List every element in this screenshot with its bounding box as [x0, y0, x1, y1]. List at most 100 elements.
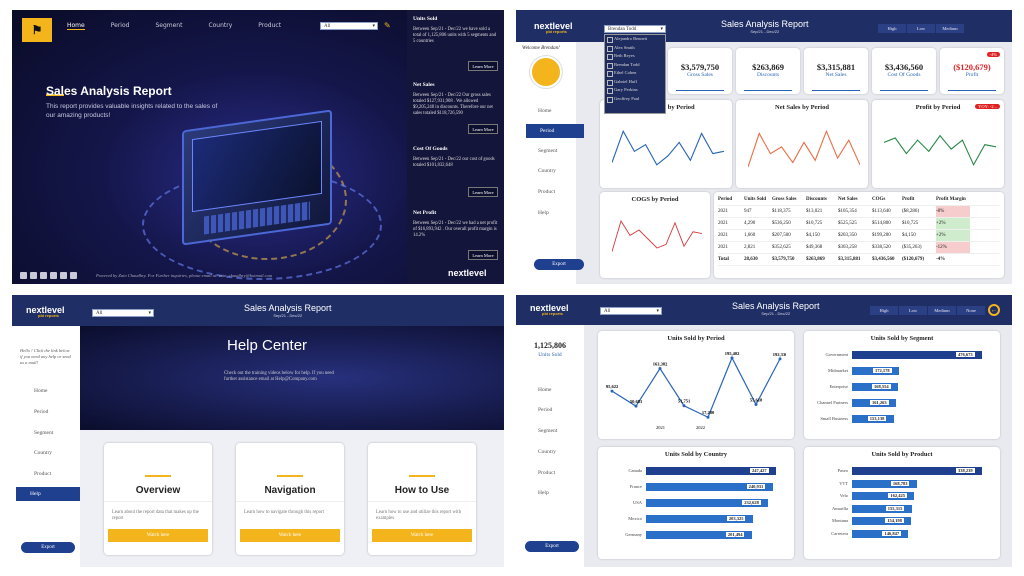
twitter-icon[interactable] [40, 272, 47, 279]
data-point[interactable] [682, 404, 686, 408]
toggle-medium[interactable]: Medium [936, 24, 964, 33]
card-title: How to Use [394, 485, 450, 496]
data-point[interactable] [658, 367, 662, 371]
table-header: Period Units Sold Gross Sales Discounts Net … [718, 194, 1000, 206]
learn-more-button[interactable]: Learn More [468, 61, 498, 71]
nav-product[interactable]: Product [258, 22, 281, 30]
data-label: 192,336 [773, 352, 786, 357]
nav-period[interactable]: Period [111, 22, 130, 30]
dropdown-option[interactable]: Ethel Cohen [605, 69, 665, 78]
toggle-medium[interactable]: Medium [928, 306, 956, 315]
menu-country[interactable]: Country [524, 445, 576, 459]
dropdown-option[interactable]: Alejandro Bennett [605, 35, 665, 44]
github-icon[interactable] [70, 272, 77, 279]
back-arrow-icon[interactable]: ← [988, 304, 1000, 316]
toggle-high[interactable]: High [870, 306, 898, 315]
export-button[interactable]: Export [534, 259, 584, 270]
menu-home[interactable]: Home [524, 383, 576, 397]
salesperson-filter[interactable]: Brendan Todd [604, 25, 666, 33]
howto-card: How to Use Learn how to use and utilize … [368, 443, 476, 555]
dropdown-option[interactable]: Brendan Todd [605, 61, 665, 70]
category-label: Carretera [831, 530, 848, 536]
learn-more-button[interactable]: Learn More [468, 187, 498, 197]
kpi-label: Units Sold [538, 352, 562, 358]
menu-home[interactable]: Home [20, 384, 72, 398]
menu-period[interactable]: Period [20, 405, 72, 419]
data-label: 476,673 [956, 352, 975, 357]
data-label: 168,783 [890, 480, 910, 486]
cogs-title: Cost Of Goods [413, 146, 448, 152]
youtube-icon[interactable] [30, 272, 37, 279]
social-links [20, 272, 77, 279]
tick-label: 2021 [656, 425, 665, 430]
data-point[interactable] [634, 404, 638, 408]
help-center-title: Help Center [227, 337, 308, 354]
data-point[interactable] [754, 402, 758, 406]
menu-help[interactable]: Help [524, 206, 576, 220]
data-label: 247,427 [750, 468, 769, 473]
menu-product[interactable]: Product [524, 466, 576, 480]
eraser-icon[interactable]: ✎ [384, 21, 391, 30]
export-button[interactable]: Export [525, 541, 579, 552]
nav-segment[interactable]: Segment [155, 22, 182, 30]
menu-country[interactable]: Country [524, 164, 576, 178]
filter-dropdown[interactable]: All [600, 307, 662, 315]
data-point[interactable] [778, 357, 782, 361]
menu-product[interactable]: Product [524, 185, 576, 199]
data-point[interactable] [706, 415, 710, 419]
export-button[interactable]: Export [21, 542, 75, 553]
filter-dropdown[interactable]: All [92, 309, 154, 317]
toggle-low[interactable]: Low [907, 24, 935, 33]
report-title: Sales Analysis Report Sep/21 - Dec/22 [721, 19, 809, 34]
nav-country[interactable]: Country [208, 22, 232, 30]
menu-segment[interactable]: Segment [20, 426, 72, 440]
chart-title: Net Sales by Period [775, 104, 829, 111]
dropdown-option[interactable]: Gary Perkins [605, 86, 665, 95]
report-title: Sales Analysis Report Sep/21 - Dec/22 [244, 303, 332, 318]
menu-help[interactable]: Help [16, 487, 80, 501]
category-label: Canada [628, 468, 643, 473]
card-title: Navigation [264, 485, 316, 496]
dropdown-option[interactable]: Geoffrey Paul [605, 95, 665, 104]
facebook-icon[interactable] [20, 272, 27, 279]
kpi-card: $3,579,750 Gross Sales [668, 48, 732, 94]
website-icon[interactable] [50, 272, 57, 279]
menu-help[interactable]: Help [524, 486, 576, 500]
units-text: Between Sep/21 - Dec/22 we have sold a t… [413, 27, 497, 44]
data-point[interactable] [730, 356, 734, 360]
watch-button[interactable]: Watch here [240, 529, 340, 542]
table-row: 2021 2,821 $352,625 $49,368 $303,258 $338,520… [718, 242, 1000, 254]
toggle-high[interactable]: High [878, 24, 906, 33]
dropdown-option[interactable]: Beth Reyes [605, 52, 665, 61]
help-hello-text: Hello ! Click the link below if you need… [20, 348, 71, 365]
menu-period[interactable]: Period [524, 403, 576, 417]
watch-button[interactable]: Watch here [372, 529, 472, 542]
data-label: 55,618 [750, 397, 763, 402]
laptop-illustration [182, 109, 332, 246]
units-page-panel: nextlevelpbi reports All Sales Analysis … [516, 295, 1012, 567]
walking-person-icon [277, 451, 303, 477]
menu-home[interactable]: Home [524, 104, 576, 118]
page-description: This report provides valuable insights r… [46, 103, 218, 119]
nav-home[interactable]: Home [67, 22, 85, 30]
category-label: Midmarket [828, 368, 848, 373]
data-point[interactable] [610, 389, 614, 393]
menu-period[interactable]: Period [526, 124, 584, 138]
watch-button[interactable]: Watch here [108, 529, 208, 542]
toggle-low[interactable]: Low [899, 306, 927, 315]
dropdown-option[interactable]: Gabriel Huff [605, 78, 665, 87]
menu-segment[interactable]: Segment [524, 144, 576, 158]
table-row: 2021 1,660 $207,500 $4,150 $203,350 $199,200 $… [718, 230, 1000, 242]
dropdown-option[interactable]: Alex Smith [605, 44, 665, 53]
home-page-panel: ⚑ Home Period Segment Country Product Al… [12, 10, 504, 284]
menu-country[interactable]: Country [20, 446, 72, 460]
filter-dropdown[interactable]: All [320, 22, 378, 30]
toggle-none[interactable]: None [957, 306, 985, 315]
linkedin-icon[interactable] [60, 272, 67, 279]
learn-more-button[interactable]: Learn More [468, 250, 498, 260]
salesperson-dropdown-list[interactable]: Alejandro Bennett Alex Smith Beth Reyes … [604, 34, 666, 114]
menu-product[interactable]: Product [20, 467, 72, 481]
learn-more-button[interactable]: Learn More [468, 124, 498, 134]
cogs-summary: Cost Of Goods Between Sep/21 - Dec/22 ou… [413, 146, 499, 169]
menu-segment[interactable]: Segment [524, 424, 576, 438]
